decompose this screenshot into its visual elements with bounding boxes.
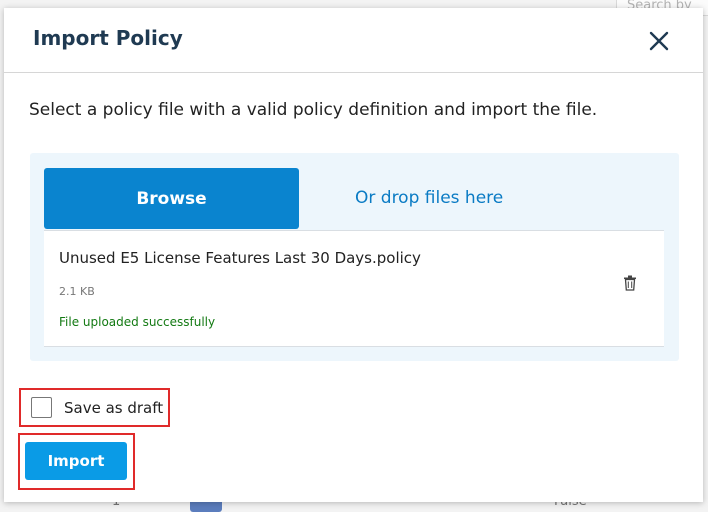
- dialog-description: Select a policy file with a valid policy…: [29, 100, 598, 120]
- import-policy-dialog: Import Policy Select a policy file with …: [4, 8, 703, 502]
- drop-files-text: Or drop files here: [355, 188, 504, 208]
- save-as-draft-checkbox[interactable]: [31, 397, 52, 418]
- trash-icon[interactable]: [623, 275, 637, 291]
- browse-button[interactable]: Browse: [44, 168, 299, 229]
- import-button-highlight: Import: [18, 433, 135, 490]
- upload-status: File uploaded successfully: [59, 315, 216, 329]
- file-size: 2.1 KB: [59, 285, 95, 298]
- save-as-draft-highlight: Save as draft: [19, 388, 170, 427]
- import-button[interactable]: Import: [25, 442, 127, 480]
- uploaded-file-item: Unused E5 License Features Last 30 Days.…: [44, 230, 664, 347]
- file-name: Unused E5 License Features Last 30 Days.…: [59, 249, 421, 267]
- save-as-draft-label[interactable]: Save as draft: [64, 399, 163, 417]
- close-icon[interactable]: [647, 29, 671, 53]
- file-dropzone[interactable]: Browse Or drop files here Unused E5 Lice…: [30, 153, 679, 361]
- dialog-header: Import Policy: [4, 8, 703, 73]
- dialog-title: Import Policy: [33, 26, 183, 50]
